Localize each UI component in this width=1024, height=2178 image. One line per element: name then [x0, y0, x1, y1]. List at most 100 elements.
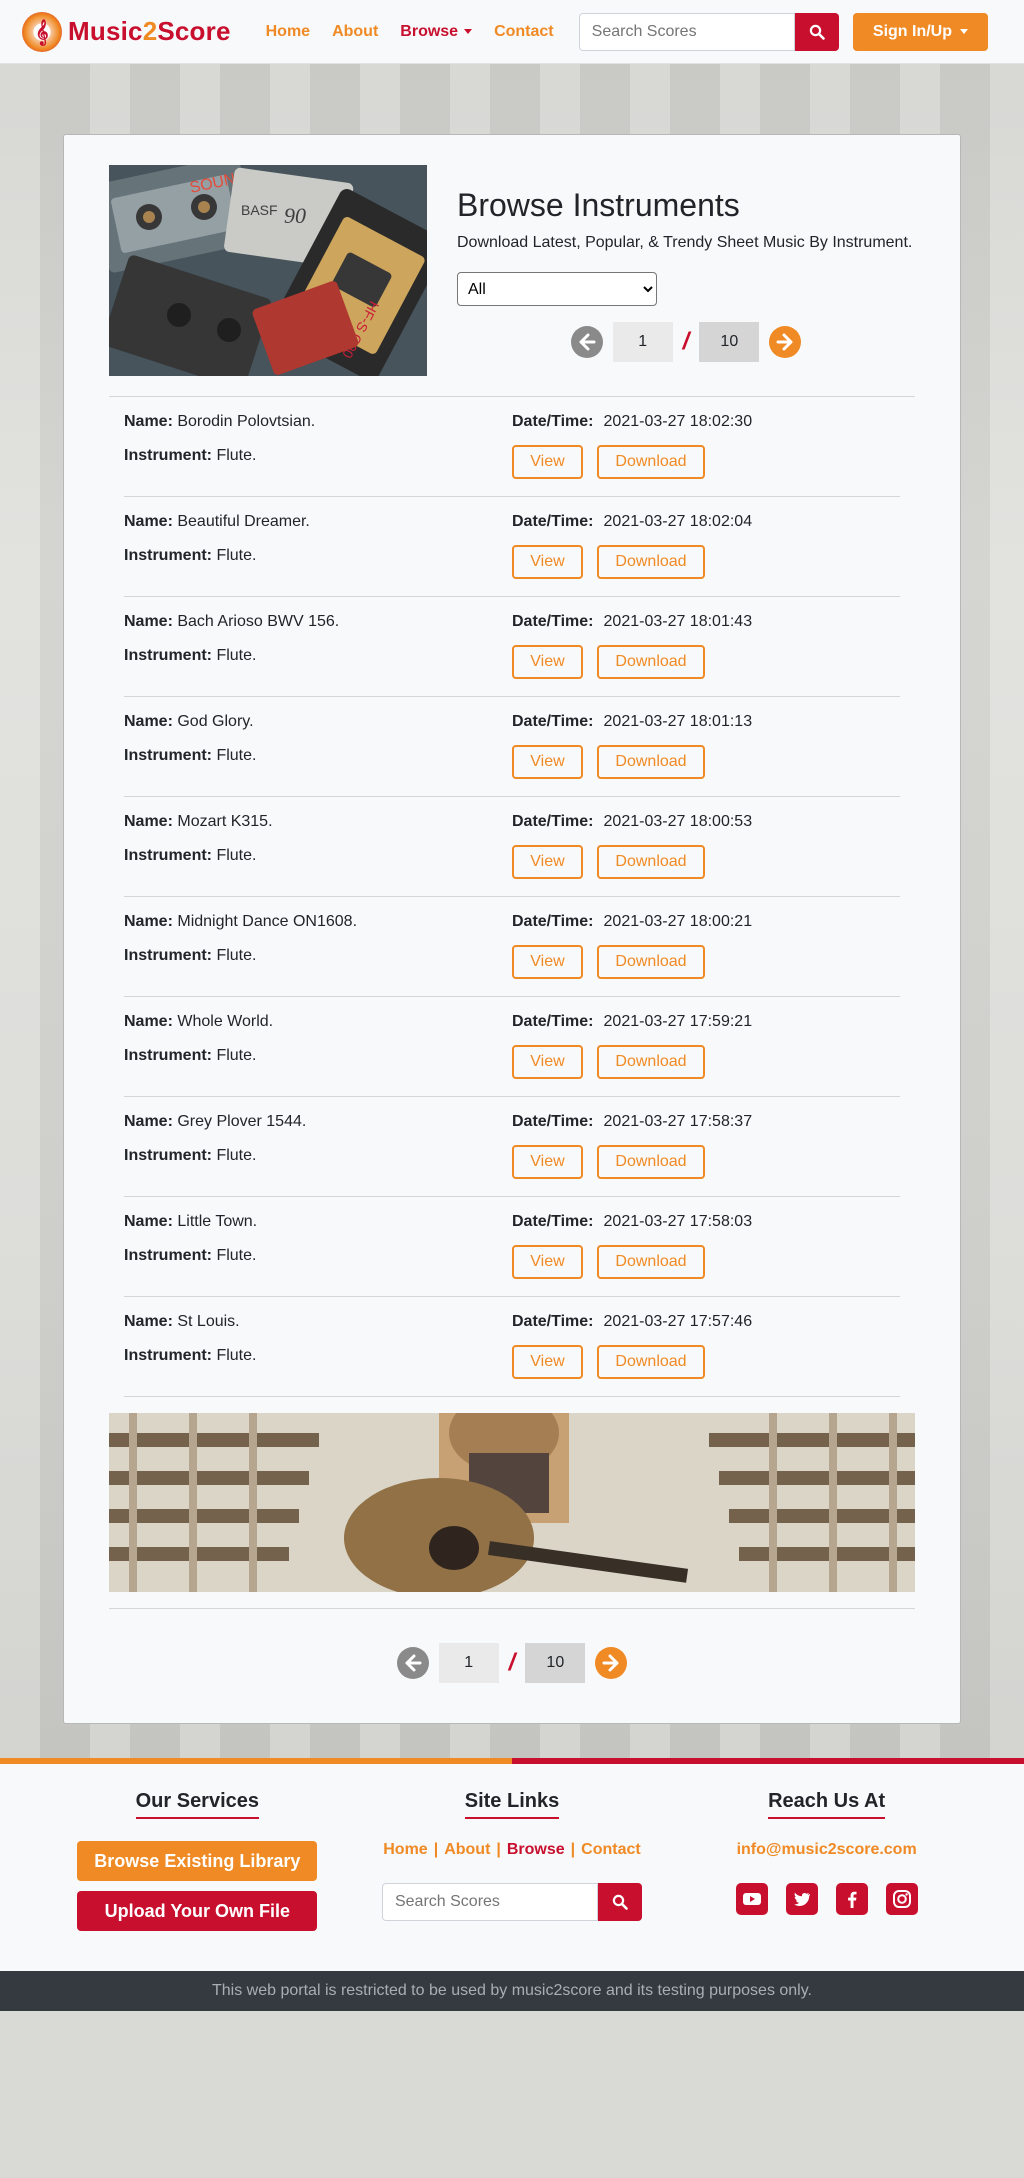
current-page-input[interactable]: 1	[612, 322, 673, 362]
view-button[interactable]: View	[512, 1345, 583, 1379]
browse-header-text: Browse Instruments Download Latest, Popu…	[427, 165, 915, 362]
search-icon	[809, 24, 825, 40]
datetime-label: Date/Time:	[512, 513, 594, 530]
view-button[interactable]: View	[512, 645, 583, 679]
download-button[interactable]: Download	[597, 1045, 705, 1079]
footer-link-contact[interactable]: Contact	[581, 1841, 641, 1859]
view-button[interactable]: View	[512, 945, 583, 979]
score-row: Name: Mozart K315. Instrument: Flute. Da…	[124, 797, 900, 897]
score-row: Name: Little Town. Instrument: Flute. Da…	[124, 1197, 900, 1297]
footer-search-input[interactable]	[381, 1883, 598, 1921]
page-subtitle: Download Latest, Popular, & Trendy Sheet…	[457, 234, 913, 251]
footer-services: Our Services Browse Existing Library Upl…	[47, 1790, 347, 1941]
score-instrument: Instrument: Flute.	[124, 1247, 512, 1265]
view-button[interactable]: View	[512, 745, 583, 779]
score-info: Name: Midnight Dance ON1608. Instrument:…	[124, 913, 512, 979]
score-actions: Date/Time: 2021-03-27 17:58:03 View Downl…	[512, 1213, 900, 1279]
brand-logo-link[interactable]: 𝄞 Music2Score	[22, 11, 231, 52]
upload-file-button[interactable]: Upload Your Own File	[77, 1891, 318, 1931]
score-row: Name: Borodin Polovtsian. Instrument: Fl…	[124, 397, 900, 497]
score-name-value: Whole World.	[177, 1013, 274, 1030]
contact-email-link[interactable]: info@music2score.com	[737, 1841, 917, 1859]
footer-site-links-title: Site Links	[464, 1790, 560, 1819]
current-page-input[interactable]: 1	[438, 1643, 499, 1683]
next-page-button[interactable]	[769, 326, 802, 358]
score-name-value: Borodin Polovtsian.	[177, 413, 316, 430]
score-name: Name: Beautiful Dreamer.	[124, 513, 512, 531]
score-datetime: Date/Time: 2021-03-27 18:02:04	[512, 513, 900, 531]
footer-search-button[interactable]	[597, 1883, 642, 1921]
footer-link-about[interactable]: About	[444, 1841, 490, 1859]
view-button[interactable]: View	[512, 545, 583, 579]
score-list: Name: Borodin Polovtsian. Instrument: Fl…	[109, 397, 915, 1397]
download-button[interactable]: Download	[597, 1145, 705, 1179]
footer-contact-title: Reach Us At	[768, 1790, 886, 1819]
download-button[interactable]: Download	[597, 845, 705, 879]
instrument-label: Instrument:	[124, 747, 212, 764]
score-row: Name: God Glory. Instrument: Flute. Date…	[124, 697, 900, 797]
download-button[interactable]: Download	[597, 1345, 705, 1379]
download-button[interactable]: Download	[597, 1245, 705, 1279]
browse-library-button[interactable]: Browse Existing Library	[77, 1841, 318, 1881]
view-button[interactable]: View	[512, 445, 583, 479]
score-instrument: Instrument: Flute.	[124, 1347, 512, 1365]
search-input[interactable]	[578, 12, 795, 51]
score-datetime: Date/Time: 2021-03-27 18:01:43	[512, 613, 900, 631]
score-datetime-value: 2021-03-27 18:02:30	[603, 413, 753, 430]
twitter-icon[interactable]	[785, 1883, 818, 1915]
youtube-icon[interactable]	[735, 1883, 768, 1915]
browse-header: SOUND BASF 90 HF-S C90 Browse Instrument…	[109, 165, 915, 397]
search-icon	[612, 1894, 628, 1910]
score-datetime: Date/Time: 2021-03-27 18:00:21	[512, 913, 900, 931]
nav-link-browse[interactable]: Browse	[389, 23, 483, 41]
previous-page-button[interactable]	[570, 326, 603, 358]
download-button[interactable]: Download	[597, 445, 705, 479]
search-button[interactable]	[794, 12, 839, 51]
score-datetime-value: 2021-03-27 17:59:21	[603, 1013, 753, 1030]
score-instrument: Instrument: Flute.	[124, 447, 512, 465]
browse-card: SOUND BASF 90 HF-S C90 Browse Instrument…	[63, 134, 961, 1724]
score-actions: Date/Time: 2021-03-27 18:02:04 View Downl…	[512, 513, 900, 579]
instagram-icon[interactable]	[885, 1883, 918, 1915]
facebook-icon[interactable]	[835, 1883, 868, 1915]
score-instrument-value: Flute.	[216, 447, 257, 464]
instrument-label: Instrument:	[124, 447, 212, 464]
nav-search	[578, 12, 839, 51]
score-buttons: View Download	[512, 1145, 900, 1179]
total-pages: 10	[525, 1643, 586, 1683]
score-buttons: View Download	[512, 445, 900, 479]
score-instrument: Instrument: Flute.	[124, 847, 512, 865]
social-links	[735, 1883, 918, 1915]
instrument-filter-select[interactable]: All	[457, 272, 657, 306]
footer-link-browse[interactable]: Browse	[507, 1841, 565, 1859]
score-name-value: Little Town.	[177, 1213, 258, 1230]
view-button[interactable]: View	[512, 1245, 583, 1279]
score-datetime-value: 2021-03-27 18:02:04	[603, 513, 753, 530]
score-name-value: St Louis.	[177, 1313, 240, 1330]
score-actions: Date/Time: 2021-03-27 18:01:13 View Downl…	[512, 713, 900, 779]
view-button[interactable]: View	[512, 845, 583, 879]
score-info: Name: Little Town. Instrument: Flute.	[124, 1213, 512, 1279]
nav-link-home[interactable]: Home	[255, 23, 321, 41]
view-button[interactable]: View	[512, 1045, 583, 1079]
previous-page-button[interactable]	[396, 1647, 429, 1679]
nav-link-contact[interactable]: Contact	[483, 23, 565, 41]
download-button[interactable]: Download	[597, 945, 705, 979]
footer-link-home[interactable]: Home	[383, 1841, 427, 1859]
score-actions: Date/Time: 2021-03-27 18:00:53 View Downl…	[512, 813, 900, 879]
banner-wrap	[109, 1413, 915, 1609]
datetime-label: Date/Time:	[512, 1113, 594, 1130]
download-button[interactable]: Download	[597, 645, 705, 679]
sign-in-dropdown-button[interactable]: Sign In/Up	[852, 12, 988, 51]
download-button[interactable]: Download	[597, 745, 705, 779]
score-info: Name: Grey Plover 1544. Instrument: Flut…	[124, 1113, 512, 1179]
view-button[interactable]: View	[512, 1145, 583, 1179]
download-button[interactable]: Download	[597, 545, 705, 579]
score-datetime-value: 2021-03-27 18:01:13	[603, 713, 753, 730]
next-page-button[interactable]	[595, 1647, 628, 1679]
footer: Our Services Browse Existing Library Upl…	[0, 1764, 1024, 1971]
nav-link-about[interactable]: About	[321, 23, 389, 41]
footer-site-links: Site Links Home | About | Browse | Conta…	[362, 1790, 662, 1941]
score-name-value: Mozart K315.	[177, 813, 273, 830]
score-datetime-value: 2021-03-27 17:57:46	[603, 1313, 753, 1330]
